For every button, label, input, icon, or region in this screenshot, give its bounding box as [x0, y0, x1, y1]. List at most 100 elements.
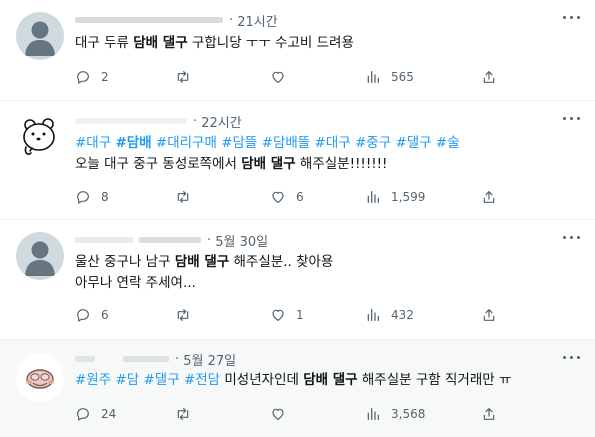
- retweet-icon: [177, 71, 189, 83]
- avatar[interactable]: [16, 354, 64, 402]
- reply-button[interactable]: 2: [75, 69, 109, 85]
- tweet-actions: 6 1 432: [75, 307, 580, 323]
- blurred-username: [75, 118, 187, 124]
- retweet-icon: [177, 309, 189, 321]
- reply-icon: [77, 71, 89, 84]
- tweet-text: 울산 중구나 남구 담배 댈구 해주실분.. 찾아용 아무나 연락 주세여...: [75, 252, 333, 294]
- share-icon: [483, 408, 495, 420]
- like-button[interactable]: [270, 406, 296, 422]
- tweet-header: · 22시간: [75, 112, 242, 131]
- like-button[interactable]: [270, 69, 296, 85]
- hashtag[interactable]: #담: [115, 372, 139, 388]
- blurred-username: [75, 237, 133, 243]
- share-button[interactable]: [481, 189, 507, 205]
- reply-button[interactable]: 8: [75, 189, 109, 205]
- avatar[interactable]: [16, 12, 64, 60]
- tweet-header: · 5월 27일: [75, 350, 236, 369]
- heart-icon: [272, 71, 284, 83]
- sticker-avatar-icon: [17, 355, 63, 401]
- tweet-text-line: 울산 중구나 남구 담배 댈구 해주실분.. 찾아용: [75, 254, 334, 270]
- blurred-handle: [139, 237, 201, 243]
- tweet-header: · 5월 30일: [75, 231, 268, 250]
- reply-button[interactable]: 6: [75, 307, 109, 323]
- tweet-actions: 2 565: [75, 69, 580, 85]
- hashtag[interactable]: #대구: [75, 135, 111, 151]
- bear-avatar-icon: [23, 118, 55, 155]
- tweet-text-line: 오늘 대구 중구 동성로쪽에서 담배 댈구 해주실분!!!!!!!: [75, 156, 388, 172]
- hashtag[interactable]: #원주: [75, 372, 111, 388]
- share-button[interactable]: [481, 307, 507, 323]
- tweet-header: · 21시간: [75, 11, 278, 30]
- tweet-text: #원주 #담 #댈구 #전담 미성년자인데 담배 댈구 해주실분 구함 직거래만…: [75, 372, 512, 388]
- hashtag[interactable]: #담배: [115, 135, 151, 151]
- reply-icon: [77, 309, 89, 322]
- hashtag[interactable]: #댈구: [143, 372, 179, 388]
- views-icon: [367, 71, 379, 83]
- hashtag[interactable]: #담뜰: [221, 135, 257, 151]
- tweet-time[interactable]: 22시간: [201, 112, 241, 131]
- tweet-actions: 24 3,568: [75, 406, 580, 422]
- tweet-time[interactable]: 5월 27일: [183, 350, 236, 369]
- reply-icon: [77, 408, 89, 421]
- retweet-icon: [177, 191, 189, 203]
- blurred-handle: [123, 356, 169, 362]
- hashtag[interactable]: #담배뜰: [262, 135, 311, 151]
- blurred-username: [75, 17, 223, 23]
- like-button[interactable]: 6: [270, 189, 304, 205]
- more-icon[interactable]: [563, 113, 581, 125]
- tweet-time[interactable]: 21시간: [237, 11, 277, 30]
- hashtag[interactable]: #대리구매: [156, 135, 217, 151]
- retweet-icon: [177, 408, 189, 420]
- retweet-button[interactable]: [175, 406, 201, 422]
- tweet-feed: · 21시간 대구 두류 담배 댈구 구합니당 ㅜㅜ 수고비 드려용 2 565: [0, 0, 595, 437]
- heart-icon: [272, 309, 284, 321]
- heart-icon: [272, 191, 284, 203]
- share-icon: [483, 71, 495, 83]
- more-icon[interactable]: [563, 352, 581, 364]
- tweet-3[interactable]: · 5월 30일 울산 중구나 남구 담배 댈구 해주실분.. 찾아용 아무나 …: [0, 220, 595, 340]
- blurred-username: [75, 356, 95, 362]
- retweet-button[interactable]: [175, 189, 201, 205]
- default-avatar-icon: [25, 21, 55, 56]
- hashtag[interactable]: #전담: [184, 372, 220, 388]
- views-button[interactable]: 432: [365, 307, 414, 323]
- more-icon[interactable]: [563, 232, 581, 244]
- hashtag[interactable]: #댈구: [395, 135, 431, 151]
- separator-dot: ·: [229, 12, 238, 28]
- separator-dot: ·: [207, 232, 216, 248]
- tweet-actions: 8 6 1,599: [75, 189, 580, 205]
- retweet-button[interactable]: [175, 307, 201, 323]
- hashtag[interactable]: #중구: [355, 135, 391, 151]
- separator-dot: ·: [193, 113, 202, 129]
- reply-button[interactable]: 24: [75, 406, 116, 422]
- share-button[interactable]: [481, 69, 507, 85]
- retweet-button[interactable]: [175, 69, 201, 85]
- share-button[interactable]: [481, 406, 507, 422]
- more-icon[interactable]: [563, 12, 581, 24]
- default-avatar-icon: [25, 241, 55, 276]
- share-icon: [483, 191, 495, 203]
- views-button[interactable]: 565: [365, 69, 414, 85]
- tweet-text-line: 아무나 연락 주세여...: [75, 275, 196, 291]
- avatar[interactable]: [16, 232, 64, 280]
- hashtag[interactable]: #대구: [315, 135, 351, 151]
- views-icon: [367, 191, 379, 203]
- reply-icon: [77, 191, 89, 204]
- separator-dot: ·: [175, 351, 184, 367]
- heart-icon: [272, 408, 284, 420]
- views-icon: [367, 309, 379, 321]
- like-button[interactable]: 1: [270, 307, 304, 323]
- share-icon: [483, 309, 495, 321]
- tweet-text: #대구 #담배 #대리구매 #담뜰 #담배뜰 #대구 #중구 #댈구 #술 오늘…: [75, 133, 460, 175]
- views-button[interactable]: 3,568: [365, 406, 425, 422]
- tweet-1[interactable]: · 21시간 대구 두류 담배 댈구 구합니당 ㅜㅜ 수고비 드려용 2 565: [0, 0, 595, 101]
- tweet-2[interactable]: · 22시간 #대구 #담배 #대리구매 #담뜰 #담배뜰 #대구 #중구 #댈…: [0, 101, 595, 220]
- avatar[interactable]: [16, 113, 64, 161]
- tweet-4[interactable]: · 5월 27일 #원주 #담 #댈구 #전담 미성년자인데 담배 댈구 해주실…: [0, 340, 595, 437]
- views-button[interactable]: 1,599: [365, 189, 425, 205]
- tweet-time[interactable]: 5월 30일: [215, 231, 268, 250]
- tweet-text: 대구 두류 담배 댈구 구합니당 ㅜㅜ 수고비 드려용: [75, 35, 354, 51]
- hashtag-line: #대구 #담배 #대리구매 #담뜰 #담배뜰 #대구 #중구 #댈구 #술: [75, 133, 460, 154]
- views-icon: [367, 408, 379, 420]
- hashtag[interactable]: #술: [436, 135, 460, 151]
